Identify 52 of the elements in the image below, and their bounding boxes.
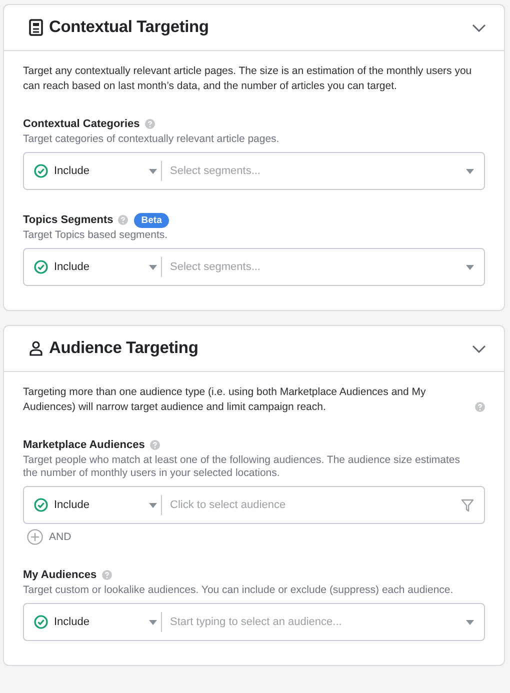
caret-icon[interactable] — [466, 168, 474, 174]
caret-icon[interactable] — [149, 168, 157, 174]
caret-icon[interactable] — [466, 620, 474, 624]
beta-badge: Beta — [134, 212, 169, 228]
intro-text: Target any contextually relevant article pages. The size is an estimation of the monthly users you can reach based on last month’s data, and the number of articles you can target. — [23, 64, 473, 94]
help-icon[interactable] — [475, 402, 485, 412]
include-dropdown[interactable]: Include — [34, 612, 162, 632]
segment-input[interactable]: Start typing to select an audience... — [162, 616, 466, 628]
chevron-icon[interactable] — [472, 24, 486, 32]
field-description: Target custom or lookalike audiences. You can include or exclude (suppress) each audience. — [23, 584, 454, 597]
include-label: Include — [54, 499, 90, 511]
check-circle-icon — [34, 498, 48, 512]
caret-icon[interactable] — [149, 502, 157, 508]
check-circle-icon — [34, 615, 48, 629]
segment-selector[interactable]: Include Select segments... — [23, 248, 485, 286]
segment-input[interactable]: Select segments... — [162, 165, 466, 177]
filter-icon[interactable] — [461, 498, 474, 512]
field-label: Marketplace Audiences — [23, 439, 145, 451]
help-icon[interactable] — [102, 570, 112, 580]
caret-icon[interactable] — [149, 620, 157, 624]
person-icon — [29, 341, 43, 356]
help-icon[interactable] — [144, 119, 155, 129]
intro-text: Targeting more than one audience type (i.e. using both Marketplace Audiences and My Audiences) will narrow target audience and limit campaign reach. — [23, 385, 427, 415]
include-label: Include — [54, 165, 90, 177]
field-description: Target categories of contextually relevant article pages. — [23, 133, 280, 146]
segment-input[interactable]: Click to select audience — [162, 499, 461, 511]
segment-selector[interactable]: Include Select segments... — [23, 152, 485, 190]
help-icon[interactable] — [150, 440, 160, 450]
document-icon — [29, 19, 43, 36]
field-label: My Audiences — [23, 569, 97, 581]
include-dropdown[interactable]: Include — [34, 161, 162, 181]
segment-selector[interactable]: Include Click to select audience — [23, 486, 485, 524]
help-icon[interactable] — [118, 215, 128, 225]
include-label: Include — [54, 261, 90, 273]
field-description: Target people who match at least one of the following audiences. The audience size estimates the number of monthly users in your selected locations. — [23, 454, 461, 480]
and-button[interactable]: AND — [27, 529, 72, 545]
section-title: Audience Targeting — [49, 339, 200, 358]
include-dropdown[interactable]: Include — [34, 257, 162, 277]
plus-icon — [27, 529, 43, 545]
check-circle-icon — [34, 164, 48, 178]
field-label: Topics Segments — [23, 214, 114, 226]
caret-icon[interactable] — [466, 264, 474, 270]
field-description: Target Topics based segments. — [23, 229, 169, 242]
segment-selector[interactable]: Include Start typing to select an audience... — [23, 603, 485, 641]
include-label: Include — [54, 616, 90, 628]
caret-icon[interactable] — [149, 264, 157, 270]
segment-input[interactable]: Select segments... — [162, 261, 466, 273]
chevron-icon[interactable] — [472, 344, 486, 352]
check-circle-icon — [34, 260, 48, 274]
include-dropdown[interactable]: Include — [34, 495, 162, 515]
section-title: Contextual Targeting — [49, 18, 210, 37]
field-label: Contextual Categories — [23, 118, 140, 130]
